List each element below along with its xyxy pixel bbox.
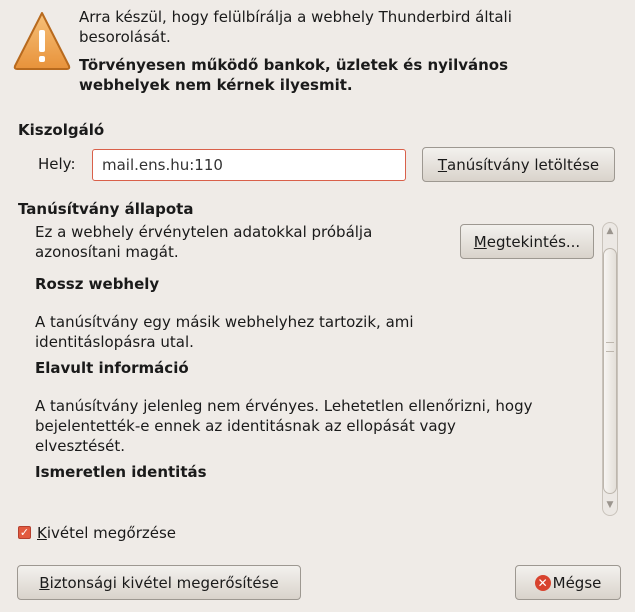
cancel-icon: ✕ [534,574,551,591]
cert-problem-text-line: A tanúsítvány egy másik webhelyhez tarto… [35,313,414,331]
get-certificate-label: anúsítvány letöltése [447,155,600,174]
scrollbar-grip-icon [606,342,614,352]
warning-bold-line: Törvényesen működő bankok, üzletek és ny… [79,56,509,74]
cert-problem-text-line: A tanúsítvány jelenleg nem érvényes. Leh… [35,397,533,415]
server-section-title: Kiszolgáló [18,121,105,139]
view-certificate-button[interactable]: Megtekintés... [460,224,594,259]
keep-exception-mnemonic: K [37,524,47,542]
keep-exception-label[interactable]: Kivétel megőrzése [37,524,176,542]
keep-exception-checkbox[interactable]: ✓ [18,526,31,539]
get-certificate-button[interactable]: Tanúsítvány letöltése [422,147,615,182]
cert-problem-heading: Rossz webhely [35,275,160,293]
confirm-exception-label: iztonsági kivétel megerősítése [49,573,279,592]
cert-problem-heading: Ismeretlen identitás [35,463,207,481]
get-certificate-mnemonic: T [437,155,448,174]
location-label: Hely: [38,155,76,173]
cert-status-title: Tanúsítvány állapota [18,200,194,218]
cancel-button[interactable]: ✕ Mégse [515,565,621,600]
scroll-up-arrow-icon[interactable]: ▲ [602,226,618,236]
cancel-label: Mégse [552,573,602,592]
scroll-down-arrow-icon[interactable]: ▼ [602,500,618,510]
confirm-security-exception-button[interactable]: Biztonsági kivétel megerősítése [17,565,301,600]
view-certificate-label: egtekintés... [486,232,581,251]
warning-message: Arra készül, hogy felülbírálja a webhely… [79,7,619,95]
details-scrollbar-thumb[interactable] [603,248,617,494]
cert-problem-text-line: identitáslopásra utal. [35,333,194,351]
location-input[interactable] [92,149,406,181]
warning-text-line: besorolását. [79,28,171,46]
warning-icon [12,10,72,72]
confirm-exception-mnemonic: B [39,573,50,592]
warning-bold-line: webhelyek nem kérnek ilyesmit. [79,76,353,94]
warning-text-line: Arra készül, hogy felülbírálja a webhely… [79,8,512,26]
cert-problem-text-line: elvesztését. [35,437,125,455]
view-certificate-mnemonic: M [473,232,487,251]
cert-status-details: Ez a webhely érvénytelen adatokkal próbá… [35,222,595,482]
cert-problem-text-line: bejelentették-e ennek az identitásnak az… [35,417,456,435]
keep-exception-text: ivétel megőrzése [46,524,177,542]
cert-problem-heading: Elavult információ [35,359,189,377]
